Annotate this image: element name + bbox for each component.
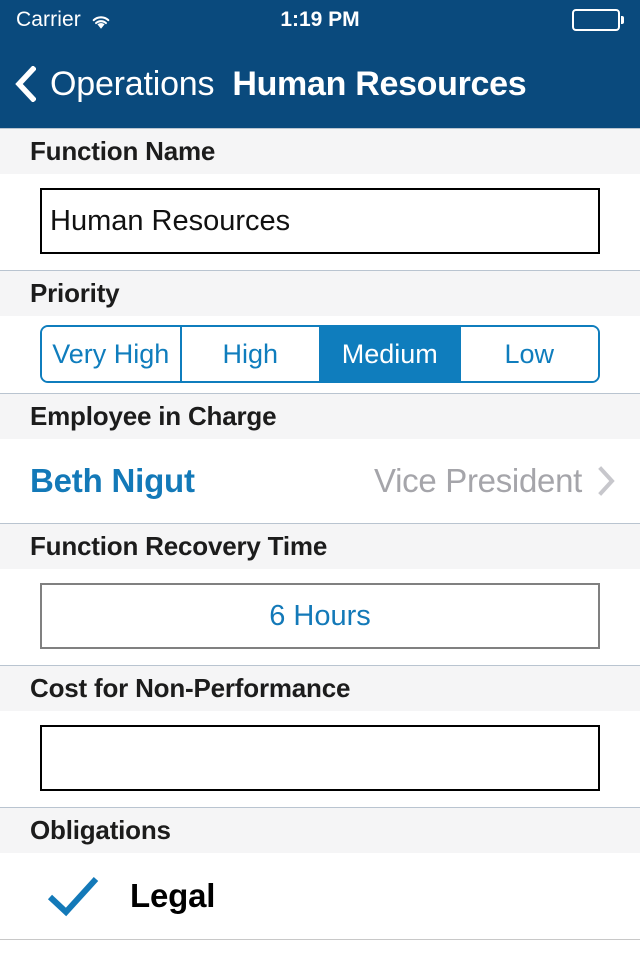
status-bar-left: Carrier: [16, 8, 112, 32]
section-header-function-recovery-time: Function Recovery Time: [0, 523, 640, 569]
section-header-priority: Priority: [0, 270, 640, 316]
wifi-icon: [90, 12, 112, 29]
chevron-right-icon: [598, 466, 616, 496]
navigation-bar: Operations Human Resources: [0, 40, 640, 128]
chevron-left-icon: [14, 65, 37, 103]
employee-name: Beth Nigut: [30, 462, 195, 499]
priority-row: Very High High Medium Low: [0, 316, 640, 393]
section-header-employee-in-charge: Employee in Charge: [0, 393, 640, 439]
obligation-row-legal[interactable]: Legal: [0, 853, 640, 939]
checkmark-icon[interactable]: [30, 874, 116, 918]
segment-very-high[interactable]: Very High: [42, 327, 180, 381]
status-bar-right: [572, 9, 624, 31]
back-button-label: Operations: [50, 64, 215, 103]
cost-for-non-performance-input[interactable]: [40, 725, 600, 791]
employee-in-charge-row[interactable]: Beth Nigut Vice President: [0, 439, 640, 523]
priority-segmented-control[interactable]: Very High High Medium Low: [40, 325, 600, 383]
obligation-row-contractual[interactable]: Contractual: [0, 939, 640, 960]
function-name-row: Human Resources: [0, 174, 640, 270]
segment-medium[interactable]: Medium: [319, 327, 459, 381]
page-title: Human Resources: [232, 64, 527, 103]
status-bar: Carrier 1:19 PM: [0, 0, 640, 40]
battery-cap-icon: [621, 16, 624, 24]
cost-for-non-performance-row: [0, 711, 640, 807]
segment-high[interactable]: High: [179, 327, 319, 381]
section-header-function-name: Function Name: [0, 128, 640, 174]
section-header-cost-for-non-performance: Cost for Non-Performance: [0, 665, 640, 711]
section-header-obligations: Obligations: [0, 807, 640, 853]
carrier-label: Carrier: [16, 8, 81, 31]
function-recovery-time-input[interactable]: 6 Hours: [40, 583, 600, 649]
segment-low[interactable]: Low: [458, 327, 598, 381]
function-name-input[interactable]: Human Resources: [40, 188, 600, 254]
employee-title: Vice President: [374, 462, 582, 499]
function-name-value: Human Resources: [50, 204, 291, 237]
back-button[interactable]: Operations: [14, 64, 215, 104]
obligation-label-legal: Legal: [130, 877, 216, 914]
function-recovery-time-row: 6 Hours: [0, 569, 640, 665]
function-recovery-time-value: 6 Hours: [269, 599, 371, 632]
battery-icon: [572, 9, 620, 31]
app-screen: Carrier 1:19 PM Operations Human Resourc…: [0, 0, 640, 960]
